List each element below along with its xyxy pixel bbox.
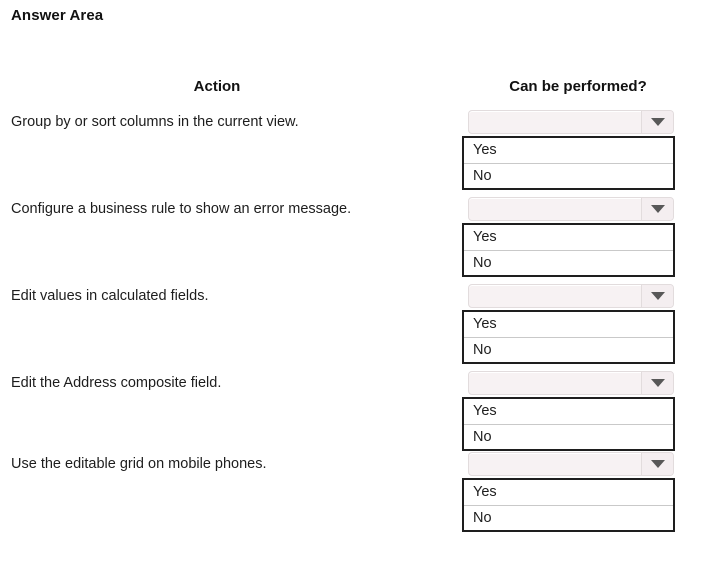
chevron-down-icon[interactable] bbox=[641, 372, 673, 394]
answer-select[interactable] bbox=[468, 371, 674, 395]
option-no[interactable]: No bbox=[464, 505, 673, 530]
dropdown-group: Yes No bbox=[462, 371, 676, 451]
option-no[interactable]: No bbox=[464, 250, 673, 275]
table-row: Edit the Address composite field. Yes No bbox=[0, 371, 711, 458]
chevron-down-glyph bbox=[650, 292, 665, 300]
answer-select[interactable] bbox=[468, 452, 674, 476]
column-header-action: Action bbox=[193, 78, 241, 95]
action-label: Configure a business rule to show an err… bbox=[11, 201, 352, 217]
answer-select[interactable] bbox=[468, 197, 674, 221]
column-header-can-be-performed: Can be performed? bbox=[509, 78, 647, 95]
option-yes[interactable]: Yes bbox=[464, 225, 673, 250]
answer-option-list[interactable]: Yes No bbox=[462, 223, 675, 277]
option-yes[interactable]: Yes bbox=[464, 480, 673, 505]
action-label: Edit the Address composite field. bbox=[11, 375, 222, 391]
chevron-down-icon[interactable] bbox=[641, 453, 673, 475]
option-yes[interactable]: Yes bbox=[464, 399, 673, 424]
answer-select-value bbox=[469, 372, 641, 394]
action-label: Group by or sort columns in the current … bbox=[11, 114, 299, 130]
answer-select-value bbox=[469, 198, 641, 220]
dropdown-group: Yes No bbox=[462, 110, 676, 190]
dropdown-group: Yes No bbox=[462, 197, 676, 277]
table-row: Edit values in calculated fields. Yes No bbox=[0, 284, 711, 371]
chevron-down-icon[interactable] bbox=[641, 111, 673, 133]
option-yes[interactable]: Yes bbox=[464, 312, 673, 337]
answer-option-list[interactable]: Yes No bbox=[462, 310, 675, 364]
answer-area-page: Answer Area Action Can be performed? Gro… bbox=[0, 0, 711, 564]
action-label: Edit values in calculated fields. bbox=[11, 288, 209, 304]
answer-option-list[interactable]: Yes No bbox=[462, 397, 675, 451]
dropdown-group: Yes No bbox=[462, 284, 676, 364]
answer-select-value bbox=[469, 453, 641, 475]
answer-option-list[interactable]: Yes No bbox=[462, 136, 675, 190]
answer-select-value bbox=[469, 111, 641, 133]
option-yes[interactable]: Yes bbox=[464, 138, 673, 163]
chevron-down-glyph bbox=[650, 205, 665, 213]
chevron-down-icon[interactable] bbox=[641, 198, 673, 220]
answer-select[interactable] bbox=[468, 110, 674, 134]
chevron-down-glyph bbox=[650, 460, 665, 468]
table-row: Group by or sort columns in the current … bbox=[0, 110, 711, 197]
action-label: Use the editable grid on mobile phones. bbox=[11, 456, 267, 472]
chevron-down-glyph bbox=[650, 118, 665, 126]
dropdown-group: Yes No bbox=[462, 452, 676, 532]
option-no[interactable]: No bbox=[464, 424, 673, 449]
chevron-down-icon[interactable] bbox=[641, 285, 673, 307]
answer-select[interactable] bbox=[468, 284, 674, 308]
page-title: Answer Area bbox=[11, 7, 104, 24]
answer-select-value bbox=[469, 285, 641, 307]
option-no[interactable]: No bbox=[464, 337, 673, 362]
chevron-down-glyph bbox=[650, 379, 665, 387]
answer-option-list[interactable]: Yes No bbox=[462, 478, 675, 532]
table-row: Configure a business rule to show an err… bbox=[0, 197, 711, 284]
option-no[interactable]: No bbox=[464, 163, 673, 188]
table-row: Use the editable grid on mobile phones. … bbox=[0, 452, 711, 539]
